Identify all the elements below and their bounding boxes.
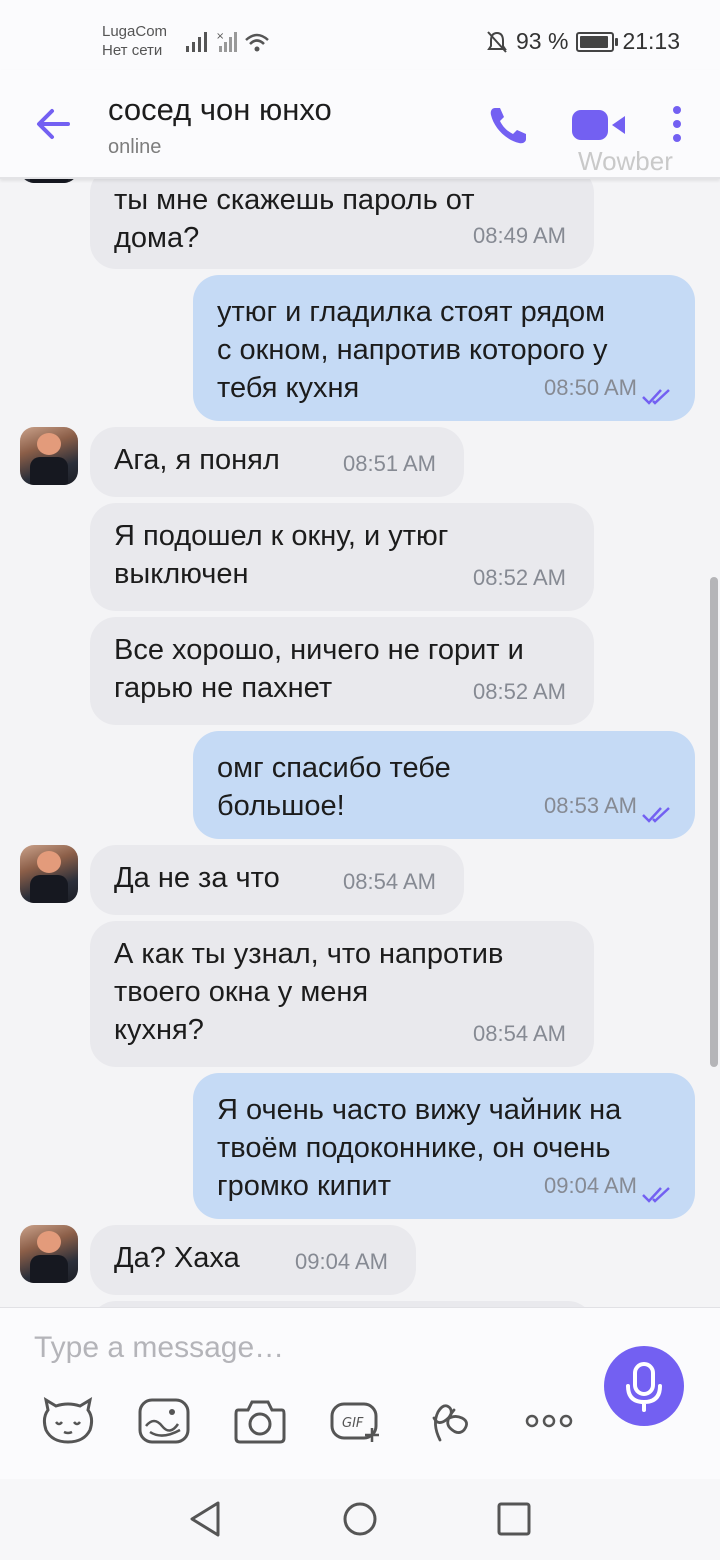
phone-call-icon[interactable] [486, 104, 530, 148]
message-bubble-outgoing[interactable]: Я очень часто вижу чайник на твоём подок… [193, 1073, 695, 1219]
battery-percent: 93 % [516, 28, 569, 54]
video-call-icon[interactable] [570, 108, 628, 142]
status-bar: LugaCom Нет сети × 93 % 21:13 [0, 0, 720, 70]
more-vertical-icon[interactable] [670, 104, 684, 144]
contact-avatar[interactable] [20, 845, 78, 903]
composer: GIF [0, 1307, 720, 1480]
mute-bell-icon [487, 30, 507, 53]
message-input[interactable] [34, 1328, 554, 1368]
microphone-button[interactable] [604, 1346, 684, 1426]
svg-text:×: × [216, 31, 224, 42]
svg-text:GIF: GIF [342, 1416, 364, 1431]
scrollbar[interactable] [710, 577, 718, 1067]
message-bubble-incoming[interactable]: Да не за что 08:54 AM [90, 845, 464, 915]
read-ticks-icon [642, 807, 670, 823]
read-ticks-icon [642, 1187, 670, 1203]
doodle-icon[interactable] [136, 1396, 192, 1446]
message-time: 08:51 AM [343, 451, 436, 476]
message-bubble-outgoing[interactable]: утюг и гладилка стоят рядом с окном, нап… [193, 275, 695, 421]
nav-recents-icon[interactable] [494, 1499, 534, 1539]
message-time: 08:54 AM [473, 1021, 566, 1046]
message-bubble-incoming[interactable]: ты мне скажешь пароль от дома? 08:49 AM [90, 177, 594, 269]
message-bubble-incoming[interactable]: Все хорошо, ничего не горит и гарью не п… [90, 617, 594, 725]
message-bubble-outgoing[interactable]: омг спасибо тебе большое! 08:53 AM [193, 731, 695, 839]
contact-status: online [108, 136, 162, 158]
message-bubble-incoming[interactable]: А как ты узнал, что напротив твоего окна… [90, 921, 594, 1067]
status-right: 93 % 21:13 [486, 28, 680, 55]
camera-icon[interactable] [232, 1396, 288, 1446]
chat-extensions-icon[interactable] [424, 1396, 480, 1446]
message-time: 08:50 AM [544, 375, 637, 400]
contact-name[interactable]: сосед чон юнхо [108, 92, 332, 128]
message-bubble-incoming[interactable]: Ага, я понял 08:51 AM [90, 427, 464, 497]
message-list[interactable]: ты мне скажешь пароль от дома? 08:49 AM … [0, 177, 720, 1307]
battery-icon [576, 31, 619, 52]
back-arrow-icon[interactable] [34, 104, 74, 144]
message-time: 09:04 AM [295, 1249, 388, 1274]
carrier-info: LugaCom Нет сети [102, 22, 167, 60]
message-bubble-incoming[interactable]: Я подошел к окну, и утюг выключен 08:52 … [90, 503, 594, 611]
message-time: 08:52 AM [473, 679, 566, 704]
gif-icon[interactable]: GIF [328, 1396, 384, 1446]
message-time: 08:49 AM [473, 223, 566, 248]
system-nav-bar [0, 1479, 720, 1560]
watermark: Wowber [578, 146, 673, 176]
message-time: 08:54 AM [343, 869, 436, 894]
sticker-icon[interactable] [40, 1396, 96, 1446]
signal-icon: × [186, 31, 269, 52]
message-time: 08:53 AM [544, 793, 637, 818]
clock: 21:13 [622, 28, 680, 54]
message-time: 09:04 AM [544, 1173, 637, 1198]
more-options-icon[interactable] [522, 1396, 578, 1446]
network-status: Нет сети [102, 42, 163, 59]
nav-back-icon[interactable] [186, 1499, 226, 1539]
message-time: 08:52 AM [473, 565, 566, 590]
battery-level [580, 35, 609, 48]
nav-home-icon[interactable] [340, 1499, 380, 1539]
contact-avatar[interactable] [20, 1225, 78, 1283]
contact-avatar[interactable] [20, 427, 78, 485]
read-ticks-icon [642, 389, 670, 405]
carrier-name: LugaCom [102, 23, 168, 40]
message-bubble-incoming[interactable]: Да? Хаха 09:04 AM [90, 1225, 416, 1295]
